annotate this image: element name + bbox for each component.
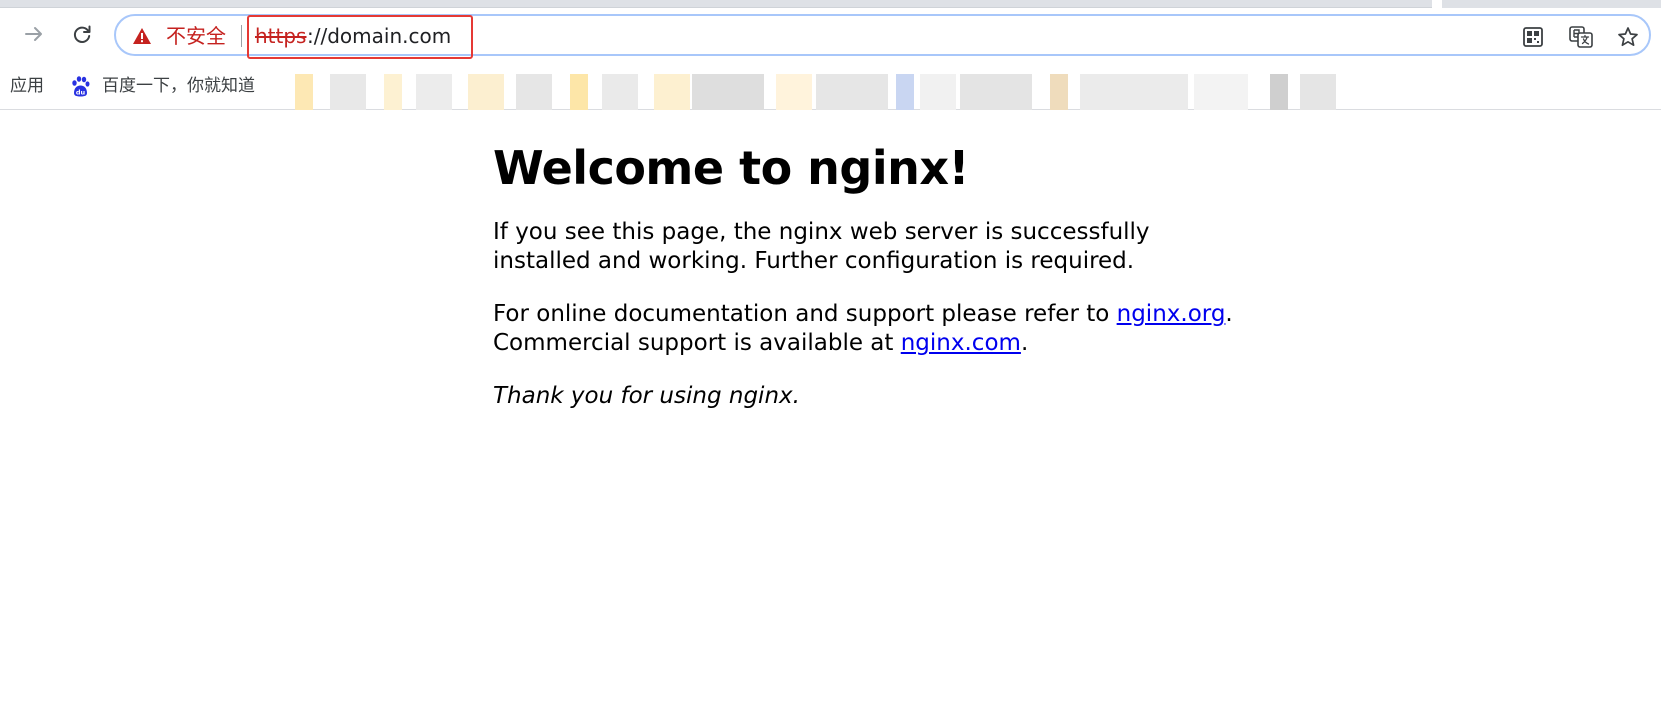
docs-period: . [1225, 301, 1233, 327]
docs-paragraph: For online documentation and support ple… [493, 300, 1253, 358]
bookmark-star-icon[interactable] [1615, 24, 1641, 50]
thanks-text: Thank you for using nginx. [493, 383, 800, 409]
baidu-paw-icon: du [72, 76, 90, 97]
bookmark-baidu-label: 百度一下，你就知道 [102, 76, 255, 96]
apps-shortcut[interactable]: 应用 [10, 74, 44, 98]
nginx-com-link[interactable]: nginx.com [901, 330, 1021, 356]
nginx-org-link[interactable]: nginx.org [1117, 301, 1226, 327]
intro-paragraph: If you see this page, the nginx web serv… [493, 219, 1150, 274]
active-tab[interactable] [0, 0, 1432, 8]
url-host[interactable]: ://domain.com [307, 24, 451, 48]
thanks-paragraph: Thank you for using nginx. [493, 382, 1253, 411]
support-period: . [1020, 330, 1029, 356]
tab-gap [1432, 0, 1442, 8]
page-heading: Welcome to nginx! [493, 141, 970, 195]
bookmark-baidu[interactable]: du 百度一下，你就知道 [68, 72, 255, 100]
address-bar[interactable]: 不安全 https ://domain.com [114, 14, 1651, 59]
url-scheme[interactable]: https [255, 24, 306, 48]
security-divider [241, 25, 242, 47]
reload-button[interactable] [66, 18, 98, 50]
support-text: Commercial support is available at [493, 330, 901, 356]
qr-code-icon[interactable] [1520, 24, 1546, 50]
blurred-bookmarks [270, 64, 1386, 110]
translate-icon[interactable] [1568, 24, 1594, 50]
browser-toolbar: 不安全 https ://domain.com [0, 8, 1661, 64]
bookmarks-bar: 应用 du 百度一下，你就知道 [0, 64, 1661, 110]
docs-text: For online documentation and support ple… [493, 301, 1117, 327]
forward-button[interactable] [18, 18, 50, 50]
warning-triangle-icon[interactable] [132, 27, 152, 45]
page-content: Welcome to nginx! If you see this page, … [493, 140, 1253, 435]
reload-icon [73, 25, 91, 43]
tab-strip [0, 0, 1661, 8]
security-status-label[interactable]: 不安全 [166, 24, 226, 48]
svg-text:du: du [76, 89, 86, 97]
forward-arrow-icon [25, 27, 42, 41]
